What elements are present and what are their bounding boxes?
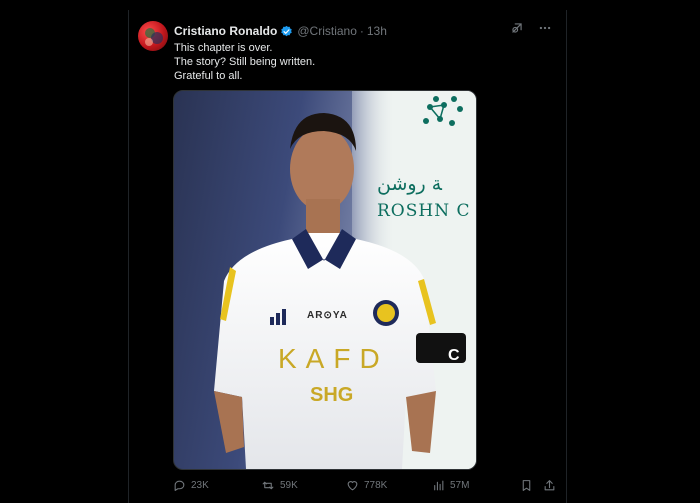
repost-button[interactable]: 59K — [261, 479, 298, 492]
tweet-text: This chapter is over. The story? Still b… — [174, 41, 554, 83]
captain-band-label: C — [448, 347, 460, 364]
background-roshn-text: ROSHN C — [377, 201, 471, 221]
verified-badge-icon — [280, 25, 293, 38]
author-name[interactable]: Cristiano Ronaldo — [174, 24, 277, 38]
reply-button[interactable]: 23K — [173, 479, 209, 492]
tweet-line-3: Grateful to all. — [174, 70, 243, 82]
avatar[interactable] — [138, 21, 168, 51]
tweet-line-2: The story? Still being written. — [174, 56, 316, 68]
shirt-sponsor-top: AR⊙YA — [307, 310, 348, 321]
more-icon[interactable] — [538, 21, 552, 35]
separator-dot: · — [359, 24, 364, 38]
views-count: 57M — [450, 479, 470, 491]
reply-count: 23K — [191, 479, 209, 491]
tweet-photo[interactable]: ﺔ روشن ROSHN C AR⊙YA KAFD SHG C — [173, 90, 477, 470]
bookmark-button[interactable] — [520, 479, 533, 492]
like-button[interactable]: 778K — [346, 479, 387, 492]
views-button[interactable]: 57M — [432, 479, 469, 492]
grok-icon[interactable] — [510, 21, 524, 35]
tweet-line-1: This chapter is over. — [174, 42, 273, 54]
repost-icon — [261, 479, 275, 492]
background-arabic-text: ﺔ روشن — [377, 173, 442, 195]
views-icon — [432, 479, 445, 492]
repost-count: 59K — [280, 479, 298, 491]
like-count: 778K — [364, 479, 388, 491]
shirt-sponsor-main: KAFD — [278, 343, 389, 374]
author-handle[interactable]: @Cristiano — [297, 24, 357, 38]
shirt-sponsor-secondary: SHG — [310, 384, 354, 406]
share-button[interactable] — [543, 479, 556, 492]
tweet-actions: 23K 59K 778K 57M — [173, 476, 557, 494]
share-icon — [543, 479, 556, 492]
reply-icon — [173, 479, 186, 492]
tweet-card: Cristiano Ronaldo @Cristiano · 13h This … — [128, 10, 567, 503]
bookmark-icon — [520, 479, 533, 492]
like-icon — [346, 479, 359, 492]
timestamp[interactable]: 13h — [367, 24, 387, 38]
tweet-header: Cristiano Ronaldo @Cristiano · 13h — [174, 22, 387, 40]
header-actions — [510, 21, 552, 35]
